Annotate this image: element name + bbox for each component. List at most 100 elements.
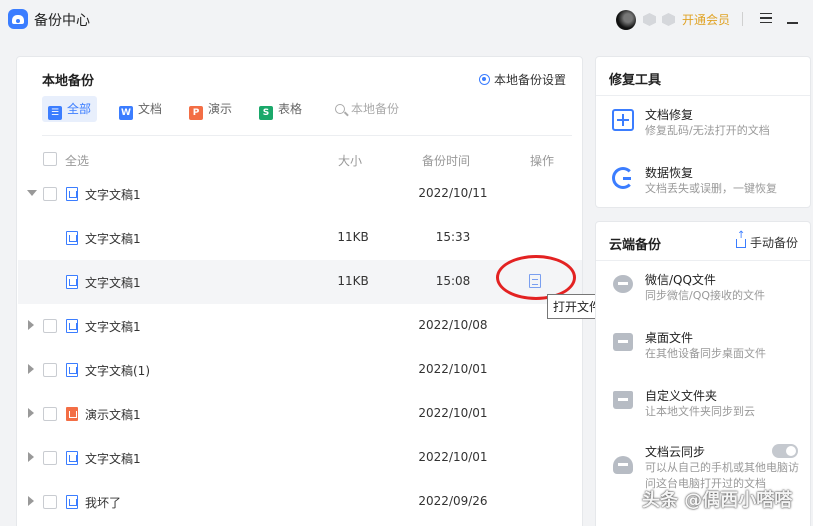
tool-desc: 文档丢失或误删，一键恢复 — [645, 182, 777, 195]
table-row[interactable]: 演示文稿1 2022/10/01 — [18, 392, 582, 436]
data-recovery-tool[interactable]: 数据恢复 文档丢失或误删，一键恢复 — [596, 161, 810, 217]
file-name: 文字文稿1 — [85, 232, 141, 246]
expand-caret-icon[interactable] — [28, 320, 34, 330]
file-name: 文字文稿1 — [85, 320, 141, 334]
tool-title: 自定义文件夹 — [645, 389, 718, 403]
word-file-icon — [66, 319, 78, 333]
backup-time: 2022/09/26 — [418, 494, 488, 508]
desktop-icon — [613, 333, 633, 351]
column-backup-time: 备份时间 — [422, 154, 471, 168]
doc-sync-toggle[interactable] — [772, 444, 798, 458]
local-backup-search-input[interactable]: 本地备份 — [335, 96, 399, 122]
row-checkbox[interactable] — [43, 451, 57, 465]
file-name: 文字文稿1 — [85, 276, 141, 290]
tool-title: 微信/QQ文件 — [645, 273, 716, 287]
list-icon: ☰ — [48, 106, 62, 120]
settings-label: 本地备份设置 — [493, 73, 566, 87]
filter-tab-slides[interactable]: P 演示 — [183, 96, 238, 122]
row-checkbox[interactable] — [43, 319, 57, 333]
collapse-caret-icon[interactable] — [27, 190, 37, 196]
title-bar: 备份中心 开通会员 — [0, 0, 813, 40]
filter-tab-docs[interactable]: W 文档 — [113, 96, 168, 122]
cloud-item-custom-folder[interactable]: 自定义文件夹 让本地文件夹同步到云 — [596, 384, 810, 440]
backup-time: 2022/10/01 — [418, 450, 488, 464]
filter-tab-all[interactable]: ☰ 全部 — [42, 96, 98, 122]
file-name: 文字文稿1 — [85, 188, 141, 202]
word-file-icon — [66, 495, 78, 509]
file-name: 演示文稿1 — [85, 408, 141, 422]
word-file-icon — [66, 275, 78, 289]
cloud-sync-icon — [613, 456, 633, 474]
row-checkbox[interactable] — [43, 363, 57, 377]
filter-label: 演示 — [208, 102, 233, 116]
sheet-icon: S — [259, 106, 273, 120]
backup-time: 2022/10/11 — [418, 186, 488, 200]
minimize-icon[interactable] — [787, 22, 798, 24]
search-icon — [335, 104, 345, 114]
menu-icon[interactable] — [760, 13, 772, 23]
column-size: 大小 — [338, 154, 363, 168]
manual-backup-label: 手动备份 — [749, 236, 798, 250]
super-badge-icon[interactable] — [662, 13, 675, 26]
vip-badge-icon[interactable] — [643, 13, 656, 26]
local-backup-settings-button[interactable]: 本地备份设置 — [478, 71, 566, 88]
folder-icon — [613, 391, 633, 409]
app-logo-icon — [8, 9, 28, 29]
expand-caret-icon[interactable] — [28, 364, 34, 374]
app-title: 备份中心 — [34, 13, 90, 29]
cloud-backup-title: 云端备份 — [609, 238, 662, 253]
file-name: 我坏了 — [85, 496, 122, 510]
repair-icon — [612, 109, 634, 131]
wechat-qq-icon — [613, 275, 633, 293]
cloud-backup-panel: 云端备份 手动备份 微信/QQ文件 同步微信/QQ接收的文件 桌面文件 在其他设… — [595, 221, 811, 526]
ppt-icon: P — [189, 106, 203, 120]
word-file-icon — [66, 451, 78, 465]
expand-caret-icon[interactable] — [28, 452, 34, 462]
tool-desc: 在其他设备同步桌面文件 — [645, 347, 766, 360]
table-row[interactable]: 文字文稿1 2022/10/01 — [18, 436, 582, 480]
divider — [596, 260, 810, 261]
backup-time: 15:33 — [435, 230, 471, 244]
row-checkbox[interactable] — [43, 187, 57, 201]
table-row[interactable]: 文字文稿1 2022/10/11 — [18, 172, 582, 216]
row-checkbox[interactable] — [43, 407, 57, 421]
file-size: 11KB — [337, 274, 369, 288]
select-all-checkbox[interactable] — [43, 152, 57, 166]
table-row[interactable]: 文字文稿1 11KB 15:33 — [18, 216, 582, 260]
column-action: 操作 — [530, 154, 555, 168]
table-row[interactable]: 文字文稿(1) 2022/10/01 — [18, 348, 582, 392]
table-row[interactable]: 文字文稿1 2022/10/08 — [18, 304, 582, 348]
file-size: 11KB — [337, 230, 369, 244]
file-name: 文字文稿1 — [85, 452, 141, 466]
word-file-icon — [66, 187, 78, 201]
row-checkbox[interactable] — [43, 495, 57, 509]
search-placeholder: 本地备份 — [351, 102, 400, 116]
backup-time: 2022/10/01 — [418, 406, 488, 420]
open-vip-link[interactable]: 开通会员 — [682, 11, 730, 28]
local-backup-title: 本地备份 — [42, 74, 95, 89]
divider — [742, 12, 743, 26]
tool-title: 文档云同步 — [645, 445, 706, 459]
cloud-item-wechat-qq[interactable]: 微信/QQ文件 同步微信/QQ接收的文件 — [596, 268, 810, 324]
filter-tab-sheets[interactable]: S 表格 — [253, 96, 308, 122]
backup-time: 15:08 — [435, 274, 471, 288]
backup-time: 2022/10/08 — [418, 318, 488, 332]
file-name: 文字文稿(1) — [85, 364, 150, 378]
user-avatar[interactable] — [616, 10, 636, 30]
tool-title: 文档修复 — [645, 108, 694, 122]
word-icon: W — [119, 106, 133, 120]
manual-backup-button[interactable]: 手动备份 — [735, 231, 798, 251]
word-file-icon — [66, 231, 78, 245]
filter-label: 全部 — [67, 102, 92, 116]
filter-label: 文档 — [138, 102, 163, 116]
expand-caret-icon[interactable] — [28, 408, 34, 418]
word-file-icon — [66, 363, 78, 377]
divider — [596, 95, 810, 96]
cloud-item-desktop[interactable]: 桌面文件 在其他设备同步桌面文件 — [596, 326, 810, 382]
doc-repair-tool[interactable]: 文档修复 修复乱码/无法打开的文档 — [596, 103, 810, 159]
settings-icon — [478, 74, 490, 85]
repair-tools-title: 修复工具 — [609, 73, 662, 88]
table-row[interactable]: 我坏了 2022/09/26 — [18, 480, 582, 524]
expand-caret-icon[interactable] — [28, 496, 34, 506]
select-all-label: 全选 — [65, 154, 90, 168]
